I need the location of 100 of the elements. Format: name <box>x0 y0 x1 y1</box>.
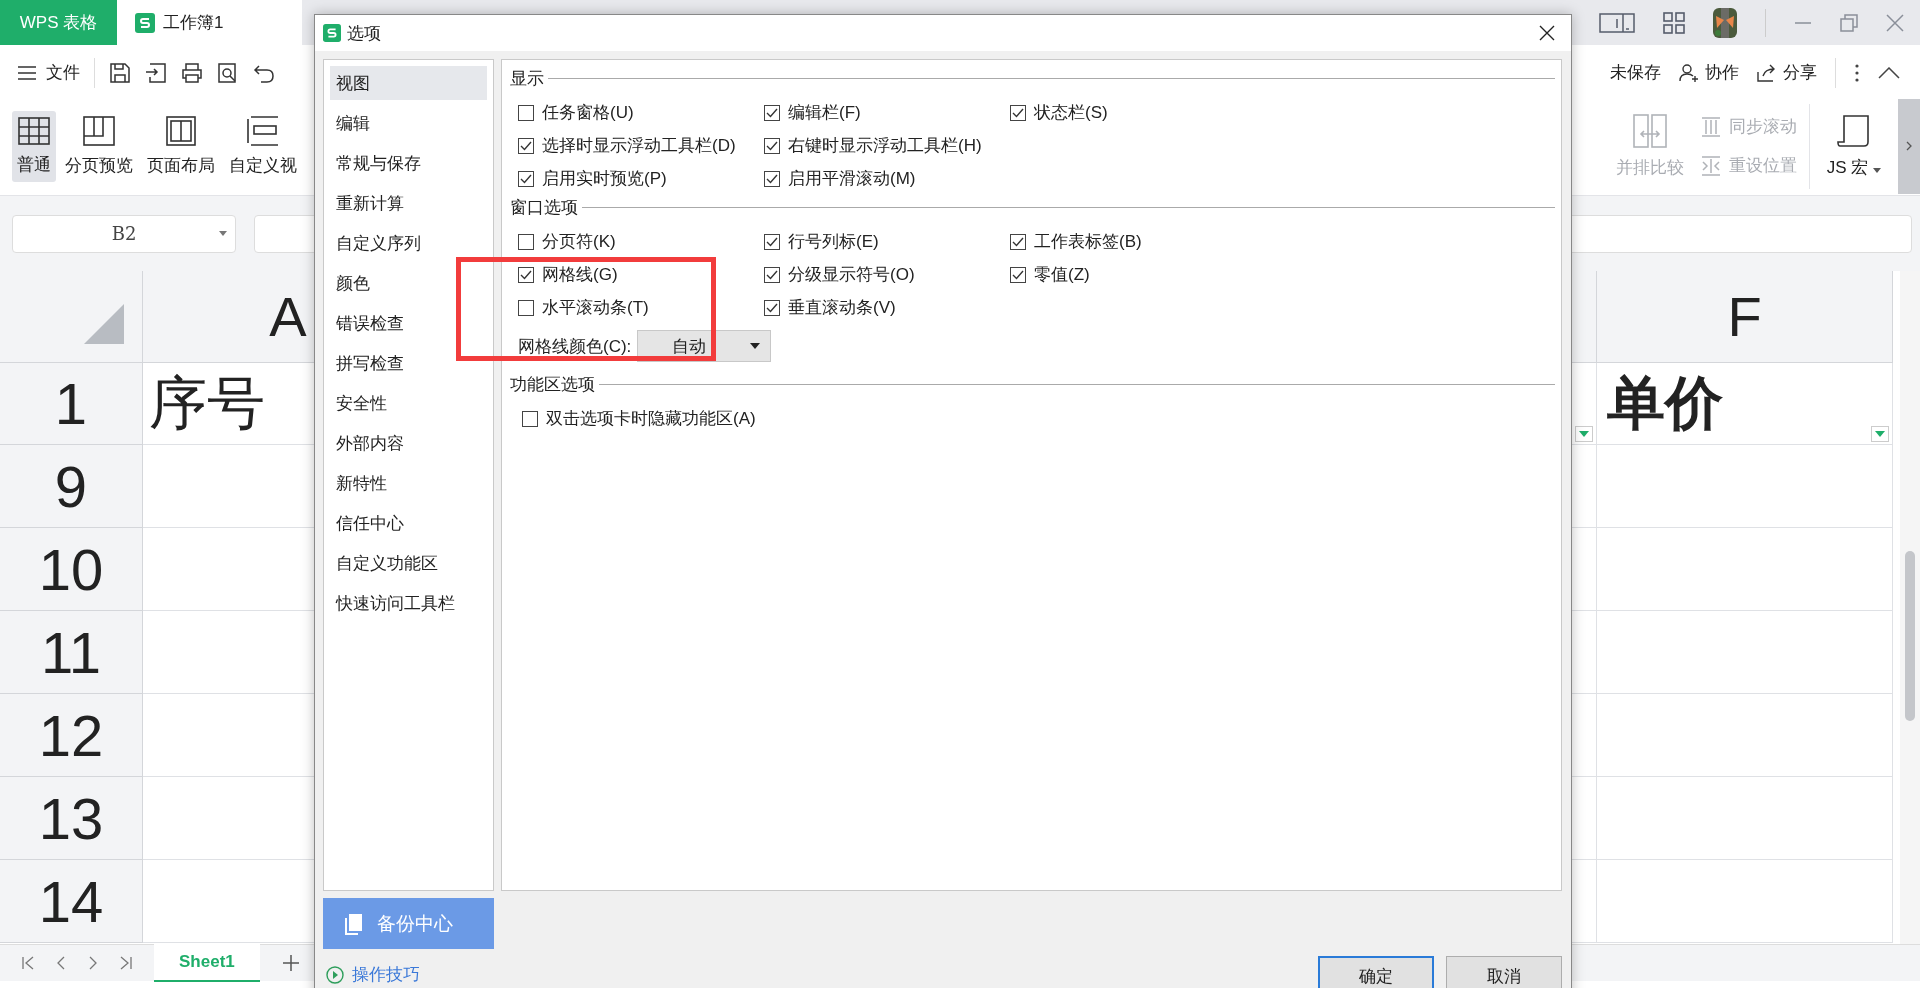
ribbon-button[interactable]: 页面布局 <box>142 109 220 183</box>
category-item[interactable]: 新特性 <box>330 466 487 500</box>
checkbox-label[interactable]: 选择时显示浮动工具栏(D) <box>542 134 736 157</box>
checkbox-label[interactable]: 启用实时预览(P) <box>542 167 667 190</box>
row-header[interactable]: 14 <box>0 860 143 943</box>
dropdown-caret-icon <box>1873 167 1881 173</box>
category-item[interactable]: 重新计算 <box>330 186 487 220</box>
page-layout-icon <box>166 115 196 146</box>
toolbar-button[interactable]: 协作 <box>1679 61 1739 84</box>
print-icon[interactable] <box>181 61 203 84</box>
checkbox-label[interactable]: 状态栏(S) <box>1034 101 1108 124</box>
caret-icon <box>1579 431 1589 437</box>
checkbox-label[interactable]: 右键时显示浮动工具栏(H) <box>788 134 982 157</box>
custom-view-icon <box>247 115 279 146</box>
row-header[interactable]: 1 <box>0 363 143 445</box>
checkbox[interactable] <box>764 104 780 121</box>
checkbox-label[interactable]: 分级显示符号(O) <box>788 263 915 286</box>
checkbox[interactable] <box>1010 233 1026 250</box>
category-item[interactable]: 常规与保存 <box>330 146 487 180</box>
toolbar-button[interactable]: 未保存 <box>1610 61 1661 84</box>
menu-icon <box>18 65 36 80</box>
vertical-scrollbar[interactable] <box>1900 271 1920 944</box>
checkbox[interactable] <box>518 233 534 250</box>
name-box[interactable]: B2 <box>12 214 236 253</box>
next-sheet-icon[interactable] <box>88 956 98 970</box>
more-icon[interactable] <box>1854 62 1860 83</box>
ribbon-button[interactable]: 分页预览 <box>60 109 138 183</box>
add-sheet-icon[interactable] <box>281 954 300 972</box>
ribbon-button[interactable]: JS 宏 <box>1821 107 1886 185</box>
dropdown-caret-icon <box>219 231 227 236</box>
field-label: 网格线颜色(C): <box>518 335 632 358</box>
checkbox[interactable] <box>764 299 780 316</box>
column-header[interactable]: F <box>1597 271 1893 363</box>
reading-mode-icon[interactable] <box>1599 12 1635 33</box>
save-icon[interactable] <box>109 61 131 84</box>
checkbox[interactable] <box>518 104 534 121</box>
category-item[interactable]: 自定义功能区 <box>330 546 487 580</box>
ribbon-button[interactable]: 自定义视 <box>224 109 302 183</box>
checkbox[interactable] <box>764 233 780 250</box>
ok-button[interactable]: 确定 <box>1318 956 1434 988</box>
checkbox-label[interactable]: 分页符(K) <box>542 230 616 253</box>
dropdown-caret-icon <box>750 343 761 349</box>
checkbox[interactable] <box>764 266 780 283</box>
checkbox[interactable] <box>518 137 534 154</box>
checkbox-label[interactable]: 启用平滑滚动(M) <box>788 167 916 190</box>
last-sheet-icon[interactable] <box>120 956 132 970</box>
previous-sheet-icon[interactable] <box>56 956 66 970</box>
dialog-title: 选项 <box>347 22 381 45</box>
row-header[interactable]: 12 <box>0 694 143 777</box>
checkbox[interactable] <box>522 410 538 427</box>
checkbox[interactable] <box>518 299 534 316</box>
caret-icon <box>1875 431 1885 437</box>
checkbox-label[interactable]: 任务窗格(U) <box>542 101 634 124</box>
checkbox[interactable] <box>764 170 780 187</box>
spreadsheet-icon <box>135 12 155 33</box>
checkbox-label[interactable]: 零值(Z) <box>1034 263 1090 286</box>
ribbon-button[interactable]: 普通 <box>12 110 56 182</box>
cancel-button[interactable]: 取消 <box>1446 956 1562 988</box>
checkbox-label[interactable]: 编辑栏(F) <box>788 101 861 124</box>
tab-label: 工作簿1 <box>163 12 224 34</box>
category-item[interactable]: 视图 <box>330 66 487 100</box>
export-icon[interactable] <box>145 61 167 84</box>
section-title: 功能区选项 <box>510 373 595 396</box>
checkbox-label[interactable]: 网格线(G) <box>542 263 618 286</box>
person-add-icon <box>1679 63 1699 82</box>
row-header[interactable]: 9 <box>0 445 143 528</box>
checkbox[interactable] <box>518 266 534 283</box>
row-header[interactable]: 11 <box>0 611 143 694</box>
category-item[interactable]: 编辑 <box>330 106 487 140</box>
toolbar-button[interactable]: 分享 <box>1757 61 1817 84</box>
checkbox[interactable] <box>1010 266 1026 283</box>
checkbox[interactable] <box>1010 104 1026 121</box>
category-item[interactable]: 快速访问工具栏 <box>330 586 487 620</box>
checkbox-label[interactable]: 垂直滚动条(V) <box>788 296 896 319</box>
checkbox-label[interactable]: 水平滚动条(T) <box>542 296 649 319</box>
checkbox-label[interactable]: 工作表标签(B) <box>1034 230 1142 253</box>
share-icon <box>1757 63 1777 82</box>
file-menu[interactable]: 文件 <box>18 61 80 84</box>
checkbox[interactable] <box>518 170 534 187</box>
apps-grid-icon[interactable] <box>1663 11 1685 34</box>
checkbox[interactable] <box>764 137 780 154</box>
print-preview-icon[interactable] <box>217 61 239 84</box>
filter-button[interactable] <box>1575 426 1593 442</box>
first-sheet-icon[interactable] <box>22 956 34 970</box>
document-tab[interactable]: 工作簿1 <box>117 0 302 45</box>
checkbox-label[interactable]: 行号列标(E) <box>788 230 879 253</box>
category-item[interactable]: 自定义序列 <box>330 226 487 260</box>
row-header[interactable]: 10 <box>0 528 143 611</box>
row-header[interactable]: 13 <box>0 777 143 860</box>
filter-button[interactable] <box>1871 426 1889 442</box>
document-icon <box>345 912 363 935</box>
play-icon <box>326 965 344 984</box>
grid-icon <box>18 116 50 145</box>
checkbox-label[interactable]: 双击选项卡时隐藏功能区(A) <box>546 407 756 430</box>
close-icon[interactable] <box>1539 25 1555 41</box>
sync-scroll-icon <box>1700 116 1721 137</box>
page-break-icon <box>83 115 115 146</box>
category-item[interactable]: 信任中心 <box>330 506 487 540</box>
collapse-icon[interactable] <box>1878 66 1900 79</box>
tips-link[interactable]: 操作技巧 <box>323 963 494 986</box>
